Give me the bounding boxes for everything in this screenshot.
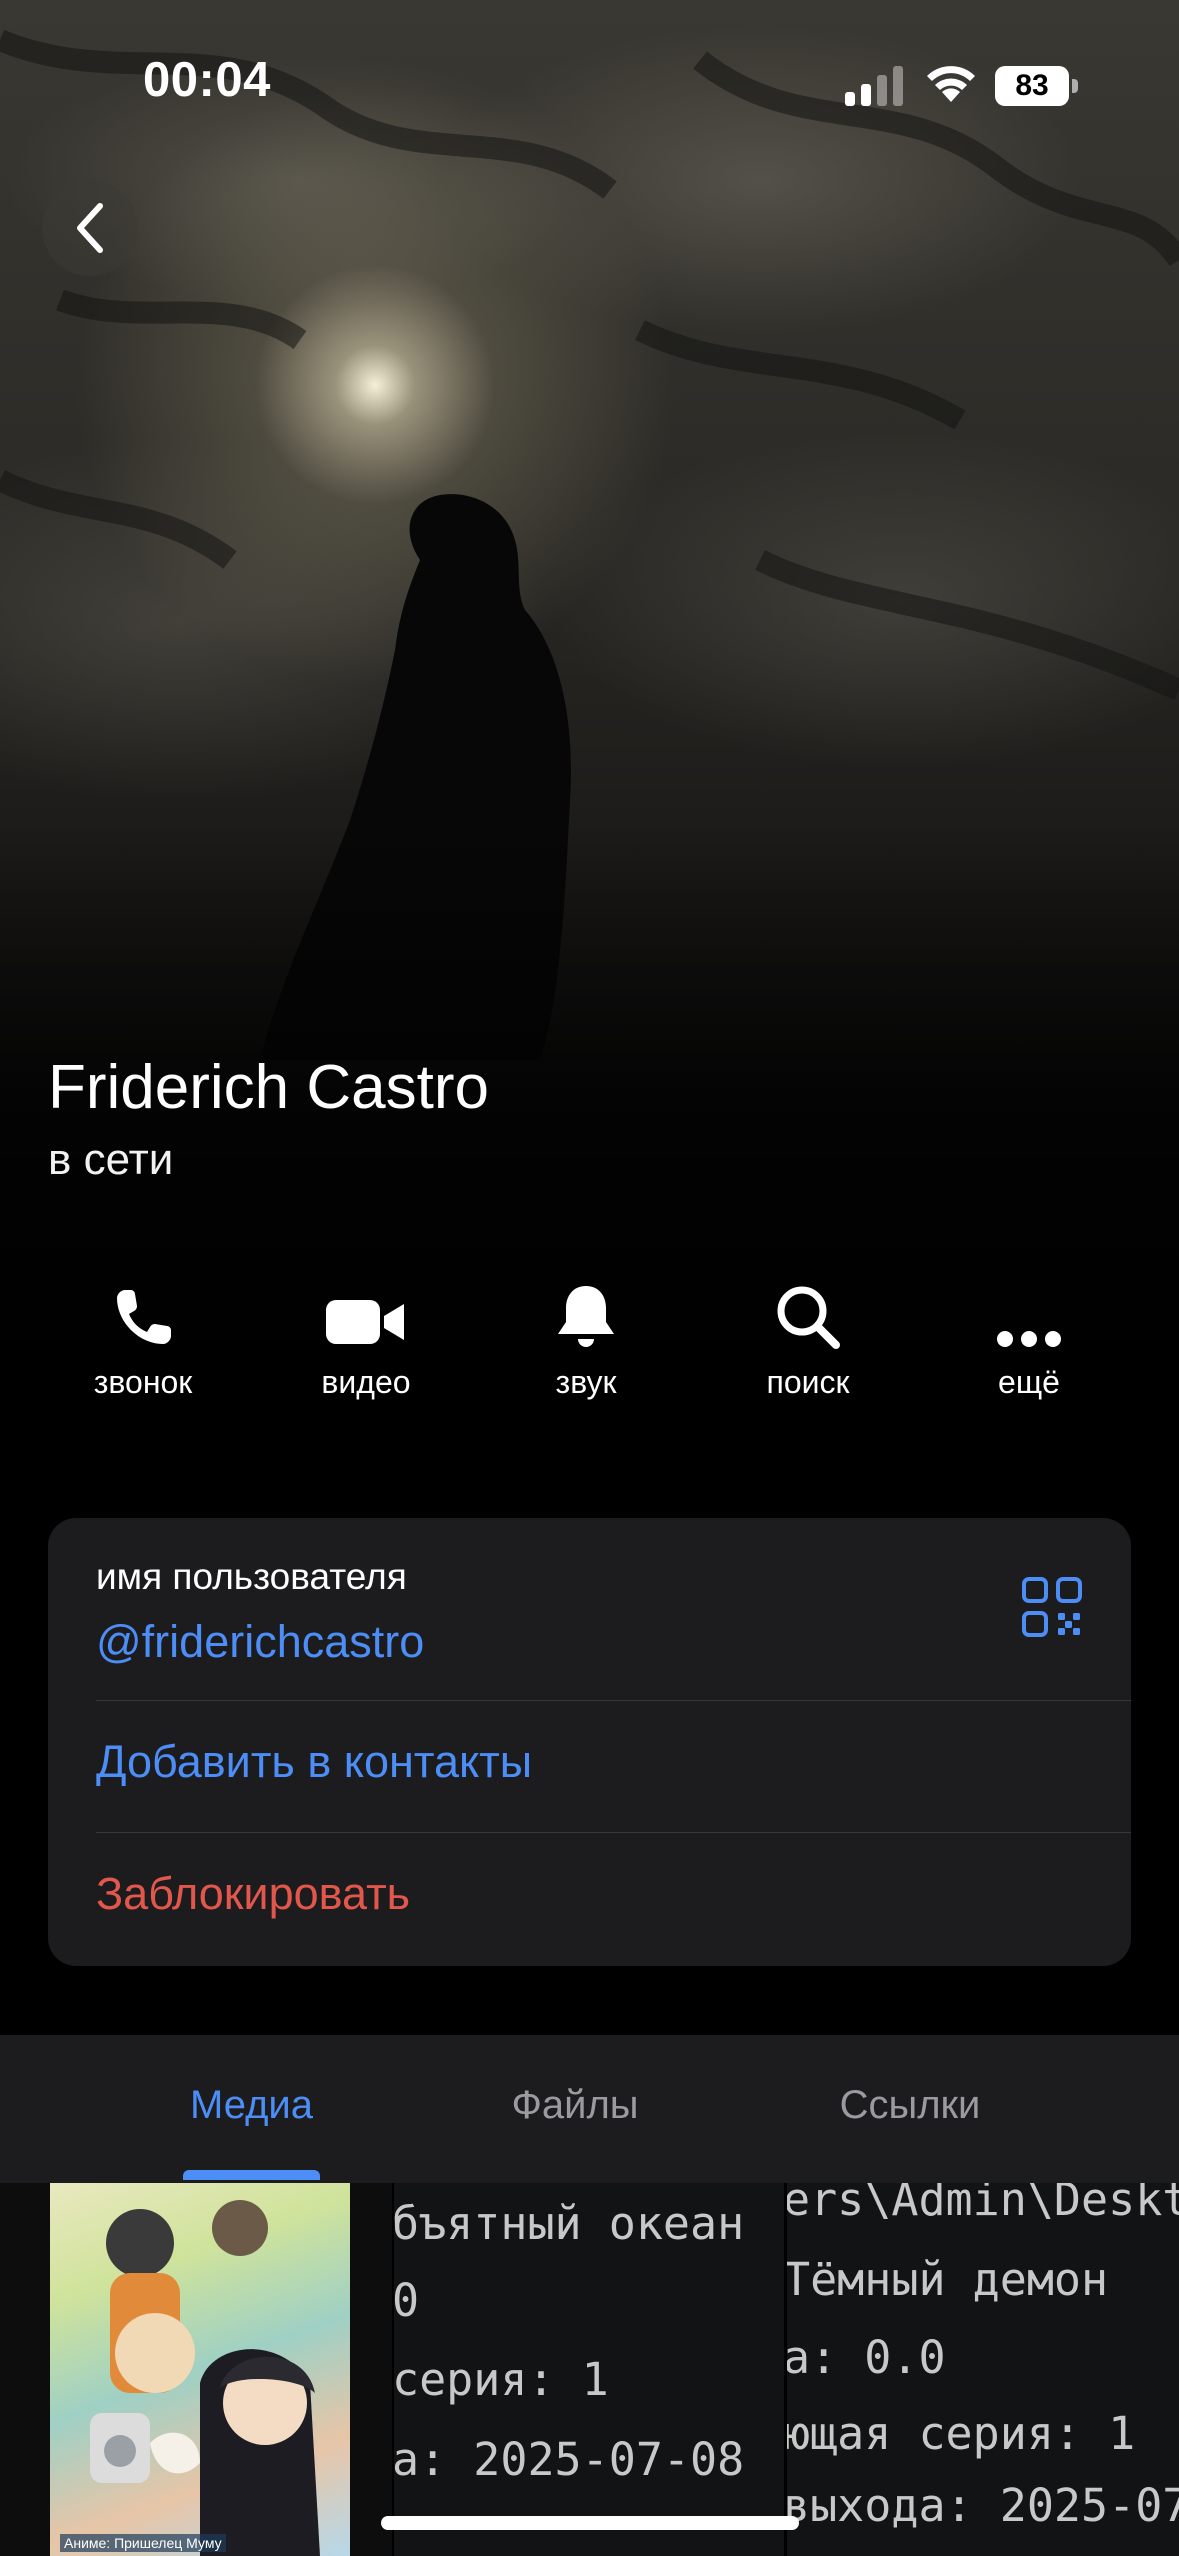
divider xyxy=(96,1700,1131,1701)
username-caption: имя пользователя xyxy=(96,1556,407,1597)
battery-level: 83 xyxy=(995,66,1069,106)
anime-poster-image: Аниме: Пришелец Муму xyxy=(50,2183,350,2556)
poster-caption: Аниме: Пришелец Муму xyxy=(60,2534,226,2552)
search-label: поиск xyxy=(766,1364,850,1400)
code-line: ющая серия: 1 xyxy=(787,2407,1136,2460)
battery-indicator: 83 xyxy=(995,66,1081,106)
tab-media[interactable]: Медиа xyxy=(183,2083,320,2128)
status-bar: 00:04 83 xyxy=(0,0,1179,120)
code-line: 0 xyxy=(394,2274,420,2327)
back-button[interactable] xyxy=(42,180,138,276)
call-button[interactable]: звонок xyxy=(43,1270,243,1401)
profile-info-card: имя пользователя @friderichcastro Добави… xyxy=(48,1518,1131,1966)
wifi-icon xyxy=(927,66,975,102)
media-tile[interactable]: бъятный океан 0 серия: 1 а: 2025-07-08 xyxy=(394,2183,784,2556)
shared-media-tabs: Медиа Файлы Ссылки xyxy=(0,2035,1179,2183)
profile-actions: звонок видео звук поиск ещё xyxy=(0,1270,1179,1420)
search-button[interactable]: поиск xyxy=(708,1270,908,1401)
username-row[interactable]: имя пользователя @friderichcastro xyxy=(96,1556,424,1668)
tab-links[interactable]: Ссылки xyxy=(810,2083,1010,2128)
code-line: ers\Admin\Deskt xyxy=(787,2183,1179,2226)
code-line: выхода: 2025-07 xyxy=(787,2479,1179,2532)
search-icon xyxy=(777,1286,840,1349)
code-line: а: 2025-07-08 xyxy=(394,2433,745,2486)
code-line: а: 0.0 xyxy=(787,2331,946,2384)
media-tile[interactable]: Аниме: Пришелец Муму xyxy=(0,2183,392,2556)
profile-photo-header[interactable] xyxy=(0,0,1179,1475)
sound-button[interactable]: звук xyxy=(486,1270,686,1401)
add-to-contacts-button[interactable]: Добавить в контакты xyxy=(96,1736,532,1788)
poster-illustration xyxy=(90,2200,320,2556)
media-tile[interactable]: ers\Admin\Deskt Тёмный демон а: 0.0 ющая… xyxy=(787,2183,1179,2556)
bell-icon xyxy=(558,1286,614,1347)
profile-name: Friderich Castro xyxy=(48,1053,489,1122)
video-button[interactable]: видео xyxy=(266,1270,466,1401)
qr-code-icon[interactable] xyxy=(1021,1576,1083,1638)
video-label: видео xyxy=(321,1364,411,1400)
block-user-button[interactable]: Заблокировать xyxy=(96,1868,410,1920)
code-line: серия: 1 xyxy=(394,2353,609,2406)
tab-files[interactable]: Файлы xyxy=(480,2083,670,2128)
divider xyxy=(96,1832,1131,1833)
cellular-signal-icon xyxy=(845,66,903,106)
code-line: Тёмный демон xyxy=(787,2253,1109,2306)
home-indicator[interactable] xyxy=(381,2516,799,2530)
media-grid: Аниме: Пришелец Муму бъятный океан 0 сер… xyxy=(0,2183,1179,2556)
call-label: звонок xyxy=(93,1364,193,1400)
status-time: 00:04 xyxy=(143,53,271,107)
more-dots-icon xyxy=(997,1331,1061,1347)
more-label: ещё xyxy=(998,1364,1060,1400)
video-camera-icon xyxy=(326,1300,404,1344)
code-line: бъятный океан xyxy=(394,2197,745,2250)
more-button[interactable]: ещё xyxy=(929,1270,1129,1401)
profile-status: в сети xyxy=(48,1135,174,1184)
username-value[interactable]: @friderichcastro xyxy=(96,1616,424,1668)
chevron-left-icon xyxy=(77,203,103,253)
phone-icon xyxy=(117,1290,171,1344)
sound-label: звук xyxy=(555,1364,617,1400)
active-tab-indicator xyxy=(183,2170,320,2180)
